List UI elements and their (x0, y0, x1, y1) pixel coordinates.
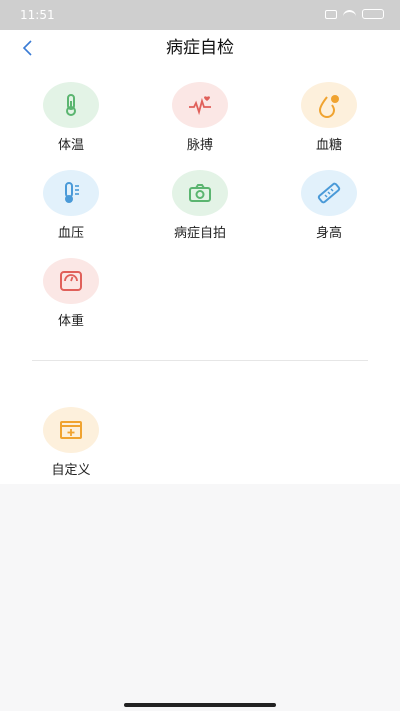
main-content: 体温 脉搏 血糖 血压 病症自拍 身高 体重 自定义 (0, 66, 400, 484)
tile-symptom-selfie-label: 病症自拍 (173, 226, 226, 241)
section-divider (32, 360, 368, 361)
tile-height-circle (301, 170, 357, 216)
back-button[interactable] (14, 34, 42, 62)
tile-pulse[interactable]: 脉搏 (150, 82, 250, 162)
tile-custom-circle (43, 407, 99, 453)
tile-symptom-selfie-circle (172, 170, 228, 216)
tile-symptom-selfie[interactable]: 病症自拍 (150, 170, 250, 250)
ruler-icon (317, 182, 341, 204)
tile-height-label: 身高 (315, 226, 342, 241)
tile-custom[interactable]: 自定义 (21, 407, 121, 487)
status-time: 11:51 (20, 8, 55, 22)
tile-blood-pressure-label: 血压 (57, 226, 84, 241)
status-icons (325, 9, 384, 19)
chevron-left-icon (22, 40, 32, 56)
tile-weight-circle (43, 258, 99, 304)
scale-icon (60, 271, 82, 291)
heartbeat-icon (189, 96, 211, 116)
tile-blood-pressure[interactable]: 血压 (21, 170, 121, 250)
tile-custom-label: 自定义 (51, 463, 91, 478)
tile-glucose[interactable]: 血糖 (279, 82, 379, 162)
page-title: 病症自检 (166, 38, 234, 58)
tile-blood-pressure-circle (43, 170, 99, 216)
thermometer-icon (66, 94, 76, 116)
custom-box-icon (60, 421, 82, 439)
tile-pulse-circle (172, 82, 228, 128)
tile-pulse-label: 脉搏 (186, 138, 213, 153)
wifi-icon (343, 9, 356, 19)
tile-temperature-label: 体温 (57, 138, 84, 153)
battery-icon (362, 9, 384, 19)
tile-temperature[interactable]: 体温 (21, 82, 121, 162)
glucose-drop-icon (318, 95, 339, 118)
tile-weight-label: 体重 (57, 314, 84, 329)
sim-icon (325, 9, 337, 19)
tile-glucose-label: 血糖 (315, 138, 342, 153)
tile-glucose-circle (301, 82, 357, 128)
tile-temperature-circle (43, 82, 99, 128)
nav-bar: 病症自检 (0, 30, 400, 66)
home-indicator[interactable] (124, 703, 276, 707)
blood-pressure-thermometer-icon (65, 182, 79, 203)
tile-height[interactable]: 身高 (279, 170, 379, 250)
camera-icon (189, 184, 211, 202)
status-bar: 11:51 (0, 0, 400, 30)
tile-weight[interactable]: 体重 (21, 258, 121, 338)
